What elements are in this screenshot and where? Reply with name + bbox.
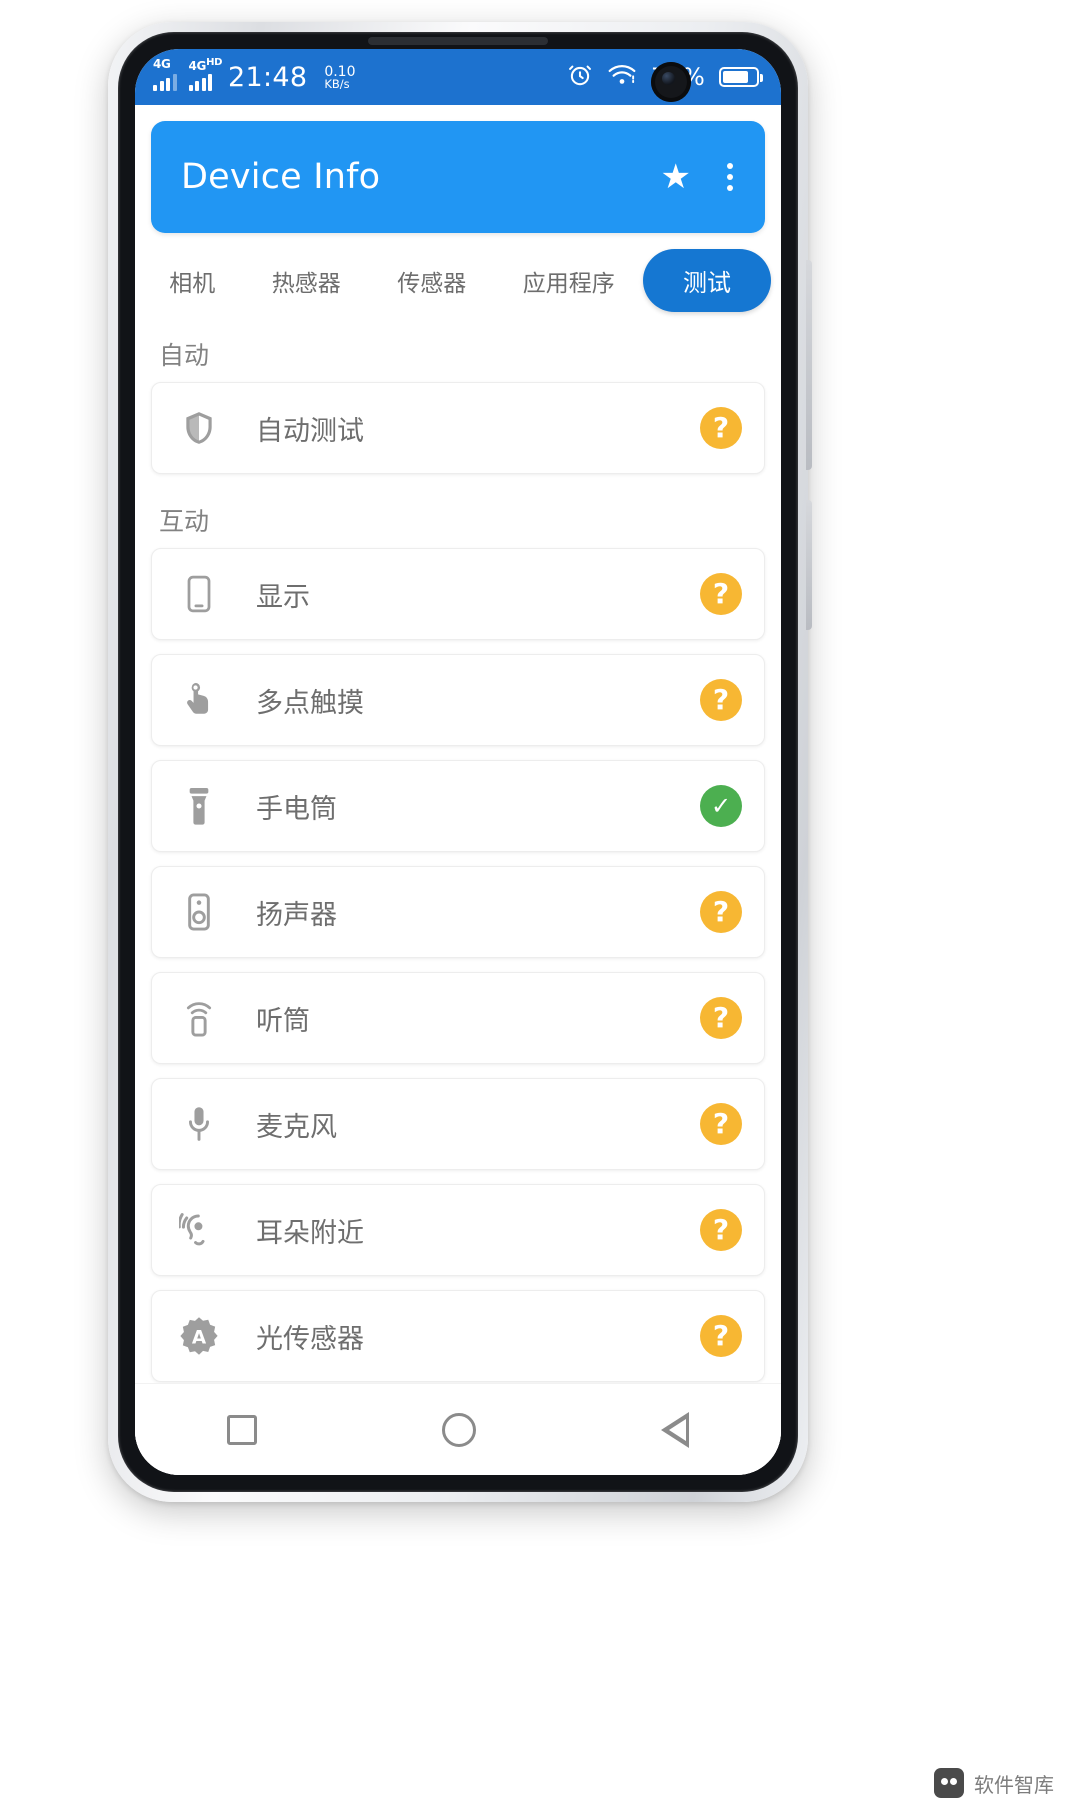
android-navigation-bar: [135, 1383, 781, 1475]
tab-tests[interactable]: 测试: [643, 249, 771, 312]
list-item[interactable]: 听筒 ?: [151, 972, 765, 1064]
volume-button[interactable]: [806, 500, 812, 630]
network-speed-unit: KB/s: [324, 76, 350, 91]
power-button[interactable]: [806, 260, 812, 470]
sim2-signal-bars-icon: [188, 73, 212, 91]
speaker-icon: [176, 889, 222, 935]
phone-bezel: 4G 4GHD 21:48 0.10 KB/s Device Info ★ 相机…: [118, 32, 798, 1492]
status-bar-clock: 21:48: [228, 61, 308, 93]
list-item[interactable]: 耳朵附近 ?: [151, 1184, 765, 1276]
earpiece-speaker: [368, 37, 548, 45]
proximity-ear-icon: [176, 1207, 222, 1253]
status-badge-pass[interactable]: ✓: [700, 785, 742, 827]
list-item-label: 光传感器: [256, 1323, 364, 1355]
network-speed-indicator: 0.10 KB/s: [324, 64, 355, 91]
list-item[interactable]: 扬声器 ?: [151, 866, 765, 958]
tab-sensors[interactable]: 传感器: [369, 254, 495, 308]
touch-icon: [176, 677, 222, 723]
battery-icon: [719, 67, 763, 87]
app-bar: Device Info ★: [151, 121, 765, 233]
shield-icon: [176, 405, 222, 451]
status-badge-unknown[interactable]: ?: [700, 573, 742, 615]
status-badge-unknown[interactable]: ?: [700, 891, 742, 933]
list-item-label: 耳朵附近: [256, 1217, 364, 1249]
wechat-logo-icon: [934, 1768, 964, 1798]
list-item[interactable]: 显示 ?: [151, 548, 765, 640]
square-recents-icon[interactable]: [227, 1414, 258, 1445]
tab-bar: 相机 热感器 传感器 应用程序 测试: [135, 233, 781, 322]
status-badge-unknown[interactable]: ?: [700, 679, 742, 721]
sim1-signal-bars-icon: [153, 73, 177, 91]
earpiece-icon: [176, 995, 222, 1041]
sim2-network-label: 4GHD: [188, 56, 223, 73]
list-item-label: 手电筒: [256, 793, 337, 825]
page-title: Device Info: [181, 157, 381, 197]
more-vertical-icon[interactable]: [721, 159, 739, 195]
flashlight-icon: [176, 783, 222, 829]
list-item-label: 麦克风: [256, 1111, 337, 1143]
list-item-label: 自动测试: [256, 415, 364, 447]
front-camera: [651, 62, 691, 102]
triangle-back-icon[interactable]: [660, 1411, 689, 1448]
watermark-text: 软件智库: [974, 1772, 1054, 1797]
phone-screen: 4G 4GHD 21:48 0.10 KB/s Device Info ★ 相机…: [135, 49, 781, 1475]
list-item[interactable]: 自动测试 ?: [151, 382, 765, 474]
app-content: Device Info ★ 相机 热感器 传感器 应用程序 测试 自动 自动测试…: [135, 105, 781, 1475]
sim2-signal: 4GHD: [188, 57, 222, 91]
list-item[interactable]: 麦克风 ?: [151, 1078, 765, 1170]
wifi-icon: [607, 63, 637, 91]
status-bar-left: 4G 4GHD 21:48 0.10 KB/s: [153, 57, 355, 93]
sim1-signal: 4G: [153, 58, 177, 91]
list-item[interactable]: A 光传感器 ?: [151, 1290, 765, 1382]
section-title-auto: 自动: [159, 341, 210, 370]
screenshot-root: 4G 4GHD 21:48 0.10 KB/s Device Info ★ 相机…: [0, 0, 1080, 1816]
status-badge-unknown[interactable]: ?: [700, 1315, 742, 1357]
alarm-clock-icon: [567, 62, 593, 92]
sim1-network-label: 4G: [153, 56, 171, 71]
status-badge-unknown[interactable]: ?: [700, 407, 742, 449]
list-item-label: 听筒: [256, 1005, 310, 1037]
status-badge-unknown[interactable]: ?: [700, 997, 742, 1039]
star-icon[interactable]: ★: [661, 160, 691, 194]
list-item[interactable]: 多点触摸 ?: [151, 654, 765, 746]
phone-device-frame: 4G 4GHD 21:48 0.10 KB/s Device Info ★ 相机…: [108, 22, 808, 1502]
tab-thermal[interactable]: 热感器: [244, 254, 370, 308]
status-badge-unknown[interactable]: ?: [700, 1103, 742, 1145]
tab-camera[interactable]: 相机: [141, 254, 244, 308]
list-item[interactable]: 手电筒 ✓: [151, 760, 765, 852]
list-item-label: 显示: [256, 581, 310, 613]
tab-apps[interactable]: 应用程序: [495, 254, 644, 308]
circle-home-icon[interactable]: [441, 1412, 476, 1447]
svg-text:A: A: [192, 1328, 207, 1349]
test-list[interactable]: 自动 自动测试 ? 互动 显示 ? 多点触摸 ? 手电筒 ✓ 扬声器 ? 听筒 …: [135, 322, 781, 1383]
list-item-label: 多点触摸: [256, 687, 364, 719]
list-item-label: 扬声器: [256, 899, 337, 931]
light-sensor-icon: A: [176, 1313, 222, 1359]
section-title-interactive: 互动: [159, 507, 210, 536]
status-badge-unknown[interactable]: ?: [700, 1209, 742, 1251]
microphone-icon: [176, 1101, 222, 1147]
watermark: 软件智库: [934, 1768, 1054, 1798]
smartphone-icon: [176, 571, 222, 617]
app-bar-actions: ★: [661, 159, 739, 195]
